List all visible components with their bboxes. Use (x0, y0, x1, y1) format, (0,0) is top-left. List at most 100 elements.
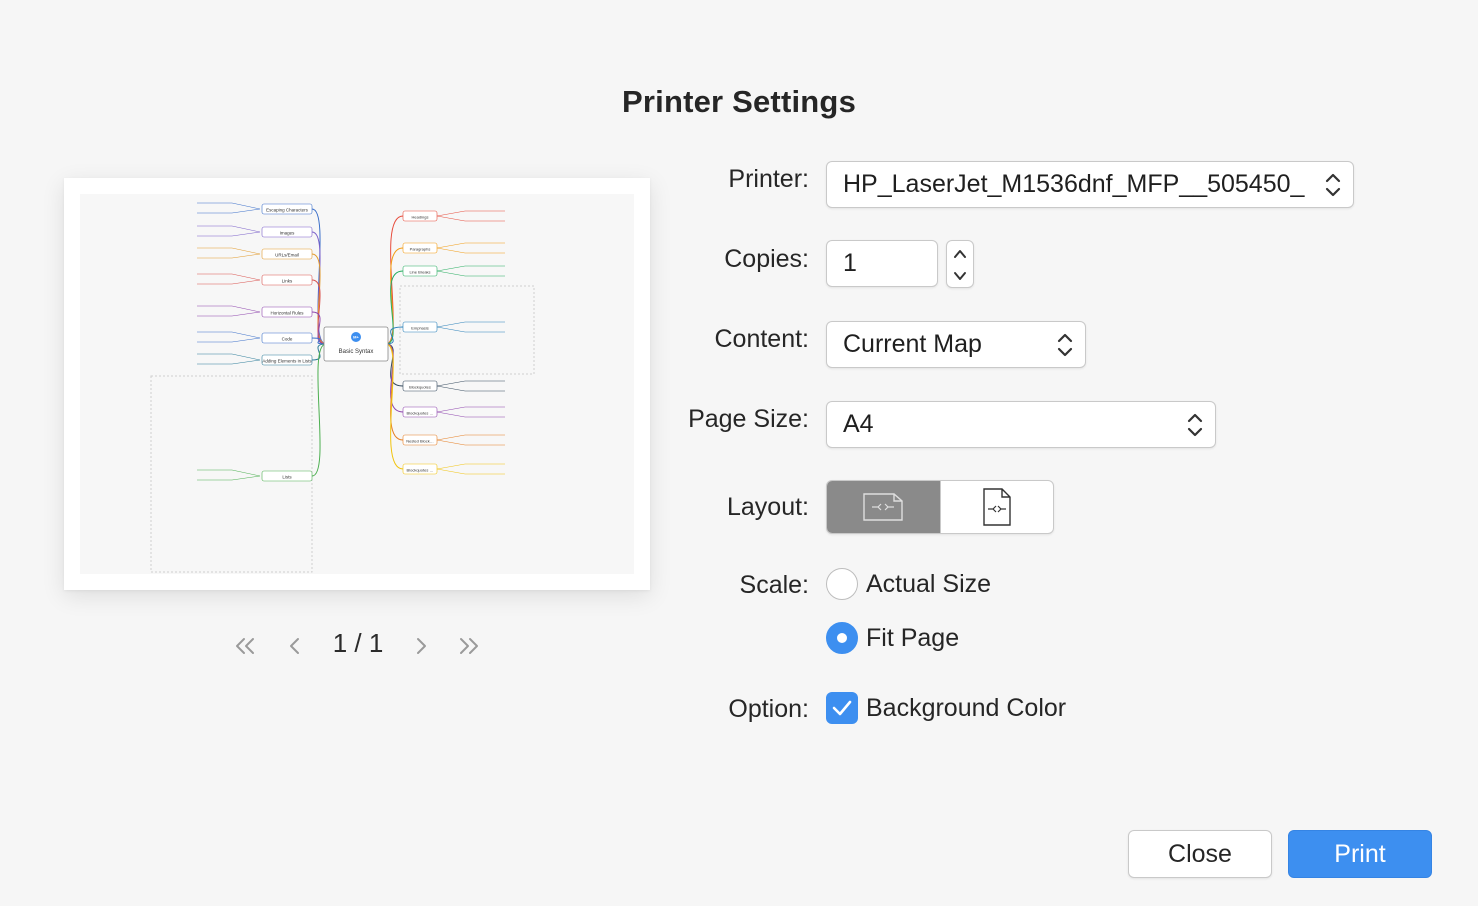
up-down-chevron-icon (1325, 173, 1341, 196)
center-logo-text: M+ (353, 335, 359, 340)
content-value: Current Map (843, 330, 982, 358)
close-button[interactable]: Close (1128, 830, 1272, 878)
topic-label: Paragraphs (410, 247, 431, 252)
topic-label: Images (280, 231, 296, 236)
printer-select[interactable]: HP_LaserJet_M1536dnf_MFP__505450_ (826, 161, 1354, 208)
page-indicator: 1 / 1 (332, 628, 384, 658)
scale-label: Scale: (739, 571, 809, 599)
portrait-page-icon (983, 488, 1011, 526)
radio-selected-icon[interactable] (826, 622, 858, 654)
landscape-page-icon (863, 493, 903, 521)
sub-branch (436, 380, 466, 387)
layout-landscape-option[interactable] (827, 481, 940, 533)
sub-branch (231, 279, 261, 285)
sub-branch (231, 331, 261, 339)
last-page-button[interactable] (454, 632, 484, 660)
dialog-title: Printer Settings (621, 84, 857, 119)
content-select[interactable]: Current Map (826, 321, 1086, 368)
printer-value: HP_LaserJet_M1536dnf_MFP__505450_ (843, 170, 1305, 198)
branch-line (385, 343, 404, 470)
layout-segmented-control (826, 480, 1054, 534)
copies-input[interactable]: 1 (826, 240, 938, 287)
topic-label: Lists (282, 475, 292, 480)
copies-label: Copies: (724, 245, 809, 273)
checkmark-icon (832, 700, 852, 716)
sub-branch (436, 265, 466, 272)
chevron-up-icon (954, 249, 966, 258)
copies-increment-button[interactable] (947, 242, 973, 265)
scale-actual-size-option[interactable]: Actual Size (826, 567, 991, 601)
sub-branch (436, 210, 466, 217)
radio-unselected-icon[interactable] (826, 568, 858, 600)
page-size-label: Page Size: (688, 405, 809, 433)
background-color-label: Background Color (866, 693, 1067, 722)
sub-branch (231, 273, 261, 281)
actual-size-label: Actual Size (866, 569, 992, 598)
sub-branch (231, 253, 261, 259)
option-label: Option: (728, 695, 809, 723)
topic-label: Escaping Characters (266, 208, 309, 213)
print-preview: Escaping Characters Images URLs/Email Links… (64, 178, 650, 590)
sub-branch (231, 469, 261, 477)
sub-branch (231, 353, 261, 361)
sub-branch (231, 202, 261, 210)
double-chevron-right-icon (460, 638, 478, 654)
topic-label: Headings (412, 215, 429, 220)
double-chevron-left-icon (236, 638, 254, 654)
topic-label: Blockquotes … (407, 411, 434, 416)
sub-branch (231, 305, 261, 313)
sub-branch (231, 231, 261, 237)
previous-page-button[interactable] (280, 632, 310, 660)
chevron-right-icon (417, 638, 426, 654)
sub-branch (231, 359, 261, 365)
sub-branch (436, 406, 466, 413)
chevron-down-icon (954, 271, 966, 280)
page-size-value: A4 (843, 410, 874, 438)
topic-label: Code (282, 337, 293, 342)
sub-branch (231, 337, 261, 343)
sub-branch (436, 463, 466, 470)
sub-branch (231, 225, 261, 233)
sub-branch (436, 434, 466, 441)
branch-line (311, 208, 327, 345)
first-page-button[interactable] (230, 632, 260, 660)
next-page-button[interactable] (406, 632, 436, 660)
branch-line (311, 343, 327, 477)
layout-label: Layout: (726, 493, 809, 521)
checkbox-checked-icon[interactable] (826, 692, 858, 724)
copies-stepper[interactable] (946, 240, 974, 288)
sub-branch (436, 321, 466, 328)
scale-fit-page-option[interactable]: Fit Page (826, 621, 959, 655)
topic-label: Nested Block… (406, 439, 434, 444)
mind-map-thumbnail: Escaping Characters Images URLs/Email Links… (80, 194, 634, 574)
content-label: Content: (714, 325, 809, 353)
copies-decrement-button[interactable] (947, 264, 973, 287)
background-color-option[interactable]: Background Color (826, 691, 1066, 725)
topic-label: Adding Elements in Lists (262, 359, 312, 364)
sub-branch (436, 215, 466, 222)
sub-branch (436, 439, 466, 446)
topic-label: Line Breaks (409, 270, 430, 275)
sub-branch (436, 385, 466, 392)
sub-branch (231, 208, 261, 214)
sub-branch (436, 411, 466, 418)
topic-label: Blockquotes … (407, 468, 434, 473)
sub-branch (231, 475, 261, 481)
layout-portrait-option[interactable] (939, 481, 1054, 533)
sub-branch (436, 468, 466, 475)
up-down-chevron-icon (1187, 413, 1203, 436)
sub-branch (436, 326, 466, 333)
center-topic-label: Basic Syntax (339, 349, 374, 355)
branch-line (385, 343, 404, 413)
sub-branch (436, 242, 466, 249)
printer-label: Printer: (728, 165, 809, 193)
topic-label: Links (282, 279, 293, 284)
sub-branch (436, 270, 466, 277)
chevron-left-icon (290, 638, 299, 654)
page-size-select[interactable]: A4 (826, 401, 1216, 448)
topic-label: Horizontal Rules (270, 311, 304, 316)
print-button[interactable]: Print (1288, 830, 1432, 878)
sub-branch (231, 247, 261, 255)
topic-label: URLs/Email (275, 253, 299, 258)
sub-branch (231, 311, 261, 317)
